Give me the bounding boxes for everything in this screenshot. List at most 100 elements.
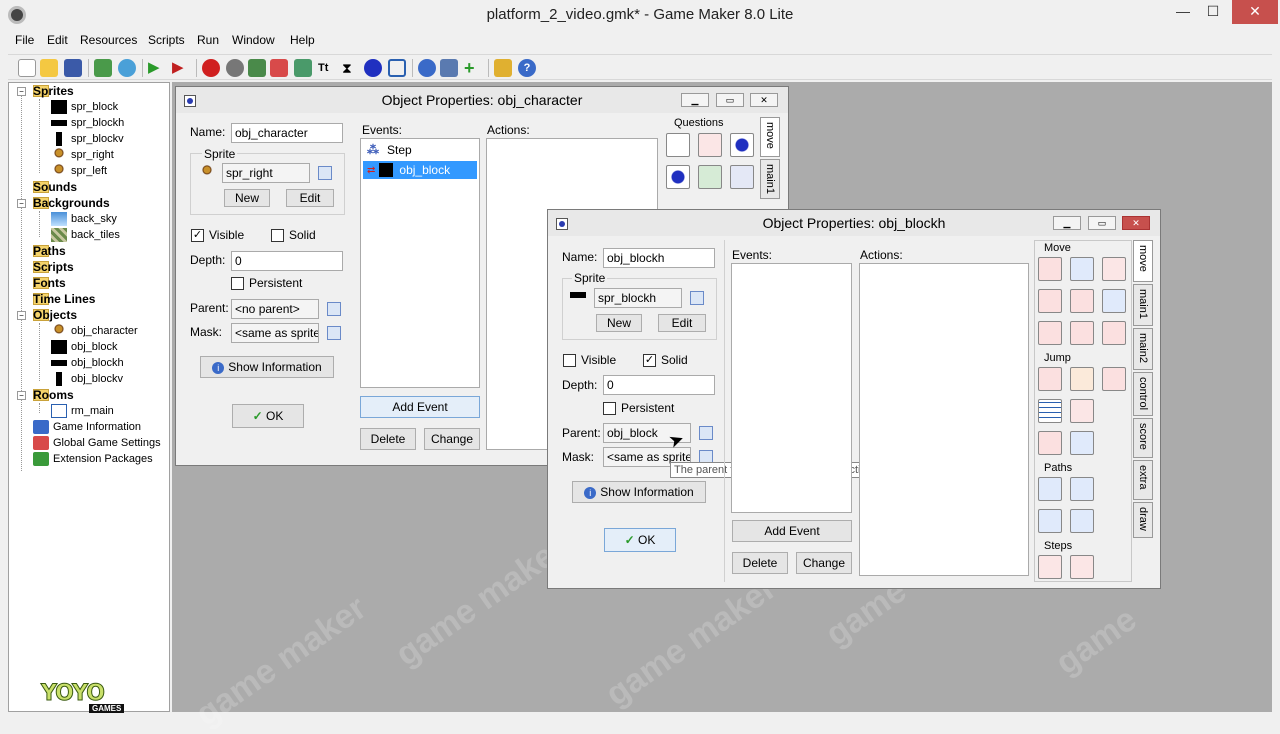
save-icon[interactable] xyxy=(64,59,82,77)
end-path-icon[interactable] xyxy=(1070,477,1094,501)
solid-checkbox[interactable]: Solid xyxy=(271,228,316,242)
tree-item-obj-character[interactable]: obj_character xyxy=(51,323,138,339)
extension-packages-icon[interactable]: + xyxy=(464,59,482,77)
tab-move[interactable]: move xyxy=(1133,240,1153,282)
tab-move[interactable]: move xyxy=(760,117,780,157)
bounce-icon[interactable] xyxy=(1070,431,1094,455)
dialog-close-button[interactable]: ✕ xyxy=(750,93,778,107)
dialog-maximize-button[interactable]: ▭ xyxy=(1088,216,1116,230)
actions-list[interactable] xyxy=(859,263,1029,576)
tab-main1[interactable]: main1 xyxy=(1133,284,1153,326)
tab-score[interactable]: score xyxy=(1133,418,1153,458)
dialog-minimize-button[interactable]: ▁ xyxy=(1053,216,1081,230)
maximize-button[interactable]: ☐ xyxy=(1200,0,1226,24)
minimize-button[interactable]: — xyxy=(1170,0,1196,24)
add-font-icon[interactable]: Tt xyxy=(318,59,336,77)
tab-main2[interactable]: main2 xyxy=(1133,328,1153,370)
step-towards-icon[interactable] xyxy=(1038,555,1062,579)
delete-event-button[interactable]: Delete xyxy=(732,552,788,574)
visible-checkbox[interactable]: Visible xyxy=(563,353,616,367)
tree-item-spr-block[interactable]: spr_block xyxy=(51,99,118,115)
add-sound-icon[interactable] xyxy=(226,59,244,77)
tree-folder-scripts[interactable]: Scripts xyxy=(33,259,74,275)
tree-item-game-information[interactable]: Game Information xyxy=(33,419,141,435)
path-position-icon[interactable] xyxy=(1038,509,1062,533)
speed-horizontal-icon[interactable] xyxy=(1038,289,1062,313)
open-file-icon[interactable] xyxy=(40,59,58,77)
tree-item-rm-main[interactable]: rm_main xyxy=(51,403,114,419)
event-collision-obj-block[interactable]: ⇄ obj_block xyxy=(363,161,477,179)
tree-folder-fonts[interactable]: Fonts xyxy=(33,275,66,291)
jump-to-position-icon[interactable] xyxy=(1038,367,1062,391)
add-event-button[interactable]: Add Event xyxy=(732,520,852,542)
tree-folder-sprites[interactable]: Sprites xyxy=(33,83,74,99)
tree-folder-paths[interactable]: Paths xyxy=(33,243,66,259)
set-gravity-icon[interactable] xyxy=(1102,289,1126,313)
move-to-contact-icon[interactable] xyxy=(1038,431,1062,455)
show-information-button[interactable]: i Show Information xyxy=(200,356,334,378)
debug-run-icon[interactable]: ▶ xyxy=(172,59,190,77)
tree-item-back-tiles[interactable]: back_tiles xyxy=(51,227,120,243)
menu-file[interactable]: File xyxy=(15,33,34,47)
ok-button[interactable]: ✓ OK xyxy=(604,528,676,552)
add-timeline-icon[interactable]: ⧗ xyxy=(342,59,360,77)
move-free-icon[interactable] xyxy=(1070,257,1094,281)
visible-checkbox[interactable]: ✓ Visible xyxy=(191,228,244,242)
test-instance-count-icon[interactable] xyxy=(666,165,690,189)
sprite-edit-button[interactable]: Edit xyxy=(658,314,706,332)
menu-run[interactable]: Run xyxy=(197,33,219,47)
add-script-icon[interactable] xyxy=(294,59,312,77)
menu-resources[interactable]: Resources xyxy=(80,33,137,47)
tree-item-obj-blockh[interactable]: obj_blockh xyxy=(51,355,124,371)
step-avoiding-icon[interactable] xyxy=(1070,555,1094,579)
event-step[interactable]: ⁂ Step xyxy=(363,141,477,159)
dialog-minimize-button[interactable]: ▁ xyxy=(681,93,709,107)
tree-item-obj-block[interactable]: obj_block xyxy=(51,339,117,355)
menu-window[interactable]: Window xyxy=(232,33,275,47)
sprite-field[interactable]: spr_right xyxy=(222,163,310,183)
dialog-maximize-button[interactable]: ▭ xyxy=(716,93,744,107)
global-settings-icon[interactable] xyxy=(440,59,458,77)
tree-item-global-settings[interactable]: Global Game Settings xyxy=(33,435,161,451)
wrap-screen-icon[interactable] xyxy=(1070,399,1094,423)
persistent-checkbox[interactable]: Persistent xyxy=(603,401,674,415)
sprite-new-button[interactable]: New xyxy=(224,189,270,207)
mask-picker-icon[interactable] xyxy=(327,326,341,340)
add-event-button[interactable]: Add Event xyxy=(360,396,480,418)
tree-item-spr-blockh[interactable]: spr_blockh xyxy=(51,115,124,131)
show-information-button[interactable]: i Show Information xyxy=(572,481,706,503)
name-field[interactable]: obj_blockh xyxy=(603,248,715,268)
tree-item-spr-left[interactable]: spr_left xyxy=(51,163,107,179)
change-event-button[interactable]: Change xyxy=(424,428,480,450)
help-icon[interactable]: ? xyxy=(518,59,536,77)
set-friction-icon[interactable] xyxy=(1102,321,1126,345)
check-object-icon[interactable] xyxy=(730,133,754,157)
new-file-icon[interactable] xyxy=(18,59,36,77)
tab-main1[interactable]: main1 xyxy=(760,159,780,199)
parent-picker-icon[interactable] xyxy=(699,426,713,440)
path-speed-icon[interactable] xyxy=(1070,509,1094,533)
tree-folder-rooms[interactable]: Rooms xyxy=(33,387,74,403)
tree-item-extension-packages[interactable]: Extension Packages xyxy=(33,451,153,467)
add-object-icon[interactable] xyxy=(364,59,382,77)
events-list[interactable]: ⁂ Step ⇄ obj_block xyxy=(360,138,480,388)
tree-item-back-sky[interactable]: back_sky xyxy=(51,211,117,227)
tree-item-obj-blockv[interactable]: obj_blockv xyxy=(51,371,123,387)
jump-to-start-icon[interactable] xyxy=(1070,367,1094,391)
tree-folder-objects[interactable]: Objects xyxy=(33,307,77,323)
depth-field[interactable]: 0 xyxy=(231,251,343,271)
tree-folder-timelines[interactable]: Time Lines xyxy=(33,291,95,307)
tree-item-spr-right[interactable]: spr_right xyxy=(51,147,114,163)
sprite-picker-icon[interactable] xyxy=(690,291,704,305)
tab-draw[interactable]: draw xyxy=(1133,502,1153,538)
parent-field[interactable]: <no parent> xyxy=(231,299,319,319)
menu-edit[interactable]: Edit xyxy=(47,33,68,47)
delete-event-button[interactable]: Delete xyxy=(360,428,416,450)
publish-icon[interactable] xyxy=(118,59,136,77)
create-executable-icon[interactable] xyxy=(94,59,112,77)
check-question-icon[interactable] xyxy=(730,165,754,189)
run-icon[interactable]: ▶ xyxy=(148,59,166,77)
reverse-horizontal-icon[interactable] xyxy=(1038,321,1062,345)
set-path-icon[interactable] xyxy=(1038,477,1062,501)
mask-field[interactable]: <same as sprite> xyxy=(231,323,319,343)
